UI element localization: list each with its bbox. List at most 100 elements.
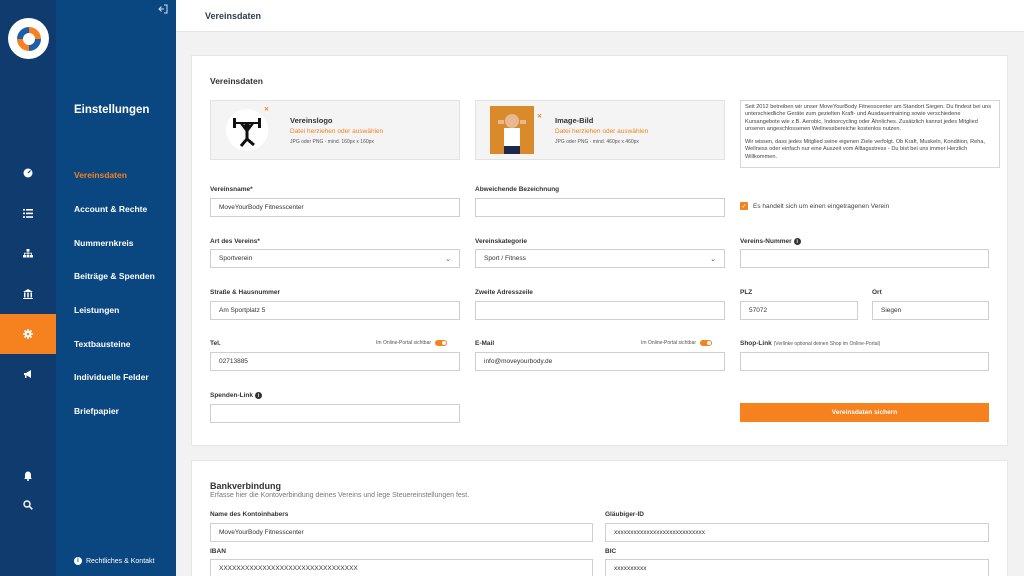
toggle-switch	[435, 340, 448, 346]
abweichende-bezeichnung-input[interactable]	[475, 198, 725, 217]
glaeubiger-id-input[interactable]: xxxxxxxxxxxxxxxxxxxxxxxxxxxx	[605, 523, 989, 542]
ort-value: Siegen	[881, 307, 902, 314]
ort-input[interactable]: Siegen	[872, 301, 989, 320]
email-label: E-Mail	[475, 340, 495, 347]
tel-toggle-label: Im Online-Portal sichtbar	[376, 340, 432, 346]
bic-value: xxxxxxxxxx	[614, 565, 647, 572]
vereinsname-label: Vereinsname*	[210, 186, 253, 193]
email-toggle-label: Im Online-Portal sichtbar	[641, 340, 697, 346]
bankverbindung-card: Bankverbindung Erfasse hier die Kontover…	[191, 460, 1008, 576]
glaeubiger-id-label: Gläubiger-ID	[605, 511, 645, 518]
remove-image-icon[interactable]: ✕	[537, 113, 542, 120]
eingetragener-verein-label: Es handelt sich um einen eingetragenen V…	[753, 202, 890, 210]
info-icon: i	[74, 557, 82, 565]
save-vereinsdaten-button[interactable]: Vereinsdaten sichern	[740, 403, 989, 422]
spenden-link-label-wrap: Spenden-Link i	[210, 392, 262, 399]
email-visibility-toggle[interactable]: Im Online-Portal sichtbar	[641, 340, 713, 346]
description-textarea[interactable]: Seit 2012 betreiben wir unser MoveYourBo…	[740, 100, 1000, 168]
abweichende-bezeichnung-label: Abweichende Bezeichnung	[475, 186, 560, 193]
shop-link-input[interactable]	[740, 352, 989, 371]
ort-label: Ort	[872, 289, 882, 296]
chevron-down-icon: ⌄	[445, 255, 451, 263]
search-icon[interactable]	[0, 485, 56, 525]
tel-value: 02713885	[219, 358, 248, 365]
iban-value: XXXXXXXXXXXXXXXXXXXXXXXXXXXXXXXX	[219, 565, 358, 572]
gear-icon[interactable]	[0, 314, 56, 354]
section-subtitle: Erfasse hier die Kontoverbindung deines …	[210, 492, 470, 499]
email-input[interactable]: info@moveyourbody.de	[475, 352, 725, 371]
logo-upload-zone[interactable]: ✕ Vereinslogo Datei herziehen oder auswä…	[210, 100, 460, 160]
tel-input[interactable]: 02713885	[210, 352, 460, 371]
nav-item-individuelle-felder[interactable]: Individuelle Felder	[74, 372, 149, 382]
glaeubiger-id-value: xxxxxxxxxxxxxxxxxxxxxxxxxxxx	[614, 529, 705, 536]
vereinsdaten-card: Vereinsdaten ✕ Vereinslogo Datei herzieh…	[191, 55, 1008, 446]
image-thumbnail	[490, 106, 534, 154]
settings-panel: Einstellungen Vereinsdaten Account & Rec…	[56, 0, 176, 576]
nav-item-leistungen[interactable]: Leistungen	[74, 305, 119, 315]
image-upload-hint: JPG oder PNG - mind. 460px x 460px	[555, 139, 639, 145]
legal-contact-link[interactable]: i Rechtliches & Kontakt	[74, 557, 154, 565]
nav-item-vereinsdaten[interactable]: Vereinsdaten	[74, 170, 127, 180]
eingetragener-verein-checkbox[interactable]: ✓ Es handelt sich um einen eingetragenen…	[740, 202, 889, 210]
bic-input[interactable]: xxxxxxxxxx	[605, 559, 989, 576]
email-value: info@moveyourbody.de	[484, 358, 553, 365]
info-icon[interactable]: i	[254, 392, 262, 399]
info-icon[interactable]: i	[793, 238, 801, 245]
vereinsname-input[interactable]: MoveYourBody Fitnesscenter	[210, 198, 460, 217]
image-upload-zone[interactable]: ✕ Image-Bild Datei herziehen oder auswäh…	[475, 100, 725, 160]
nav-item-account-rechte[interactable]: Account & Rechte	[74, 204, 147, 214]
image-upload-link[interactable]: Datei herziehen oder auswählen	[555, 128, 648, 135]
kontoinhaber-input[interactable]: MoveYourBody Fitnesscenter	[210, 523, 593, 542]
tel-visibility-toggle[interactable]: Im Online-Portal sichtbar	[376, 340, 448, 346]
description-paragraph-1: Seit 2012 betreiben wir unser MoveYourBo…	[745, 104, 992, 132]
vereinskategorie-select[interactable]: Sport / Fitness ⌄	[475, 249, 725, 268]
dashboard-icon[interactable]	[0, 153, 56, 193]
nav-item-beitraege-spenden[interactable]: Beiträge & Spenden	[74, 271, 155, 281]
nav-item-textbausteine[interactable]: Textbausteine	[74, 339, 131, 349]
vereins-nummer-input[interactable]	[740, 249, 989, 268]
logo-icon	[16, 26, 41, 51]
megaphone-icon[interactable]	[0, 354, 56, 394]
vereinsname-value: MoveYourBody Fitnesscenter	[219, 204, 304, 211]
description-paragraph-2: Wir wissen, dass jedes Mitglied seine ei…	[745, 139, 986, 160]
kontoinhaber-value: MoveYourBody Fitnesscenter	[219, 529, 304, 536]
spenden-link-input[interactable]	[210, 404, 460, 423]
list-icon[interactable]	[0, 193, 56, 233]
strasse-input[interactable]: Am Sportplatz 5	[210, 301, 460, 320]
logo-upload-link[interactable]: Datei herziehen oder auswählen	[290, 128, 383, 135]
shop-link-label-wrap: Shop-Link (Verlinke optional deinen Shop…	[740, 340, 880, 347]
page-header: Vereinsdaten	[176, 0, 1024, 32]
logo-upload-hint: JPG oder PNG - mind. 160px x 160px	[290, 139, 374, 145]
zweite-adresszeile-label: Zweite Adresszeile	[475, 289, 533, 296]
remove-logo-icon[interactable]: ✕	[264, 106, 269, 113]
vereinskategorie-label: Vereinskategorie	[475, 238, 528, 245]
plz-input[interactable]: 57072	[740, 301, 858, 320]
vereins-nummer-label-wrap: Vereins-Nummer i	[740, 238, 801, 245]
vereinskategorie-value: Sport / Fitness	[484, 255, 526, 262]
bic-label: BIC	[605, 548, 617, 555]
nav-item-nummernkreis[interactable]: Nummernkreis	[74, 238, 134, 248]
toggle-switch	[700, 340, 713, 346]
chevron-down-icon: ⌄	[710, 255, 716, 263]
art-des-vereins-value: Sportverein	[219, 255, 253, 262]
app-logo[interactable]	[8, 18, 49, 59]
logo-thumbnail	[226, 109, 268, 151]
collapse-panel-icon[interactable]	[158, 4, 168, 17]
spenden-link-label: Spenden-Link	[210, 392, 253, 400]
icon-rail	[0, 0, 56, 576]
section-title: Bankverbindung	[210, 481, 282, 491]
iban-input[interactable]: XXXXXXXXXXXXXXXXXXXXXXXXXXXXXXXX	[210, 559, 593, 576]
sitemap-icon[interactable]	[0, 233, 56, 273]
vereins-nummer-label: Vereins-Nummer	[740, 238, 792, 246]
page-title: Vereinsdaten	[205, 11, 262, 21]
shop-link-hint: (Verlinke optional deinen Shop im Online…	[773, 341, 881, 347]
bank-icon[interactable]	[0, 274, 56, 314]
nav-item-briefpapier[interactable]: Briefpapier	[74, 406, 119, 416]
art-des-vereins-select[interactable]: Sportverein ⌄	[210, 249, 460, 268]
strasse-value: Am Sportplatz 5	[219, 307, 266, 314]
zweite-adresszeile-input[interactable]	[475, 301, 725, 320]
shop-link-label: Shop-Link	[740, 340, 772, 347]
section-title: Vereinsdaten	[210, 76, 263, 86]
settings-title: Einstellungen	[74, 104, 150, 116]
iban-label: IBAN	[210, 548, 226, 555]
